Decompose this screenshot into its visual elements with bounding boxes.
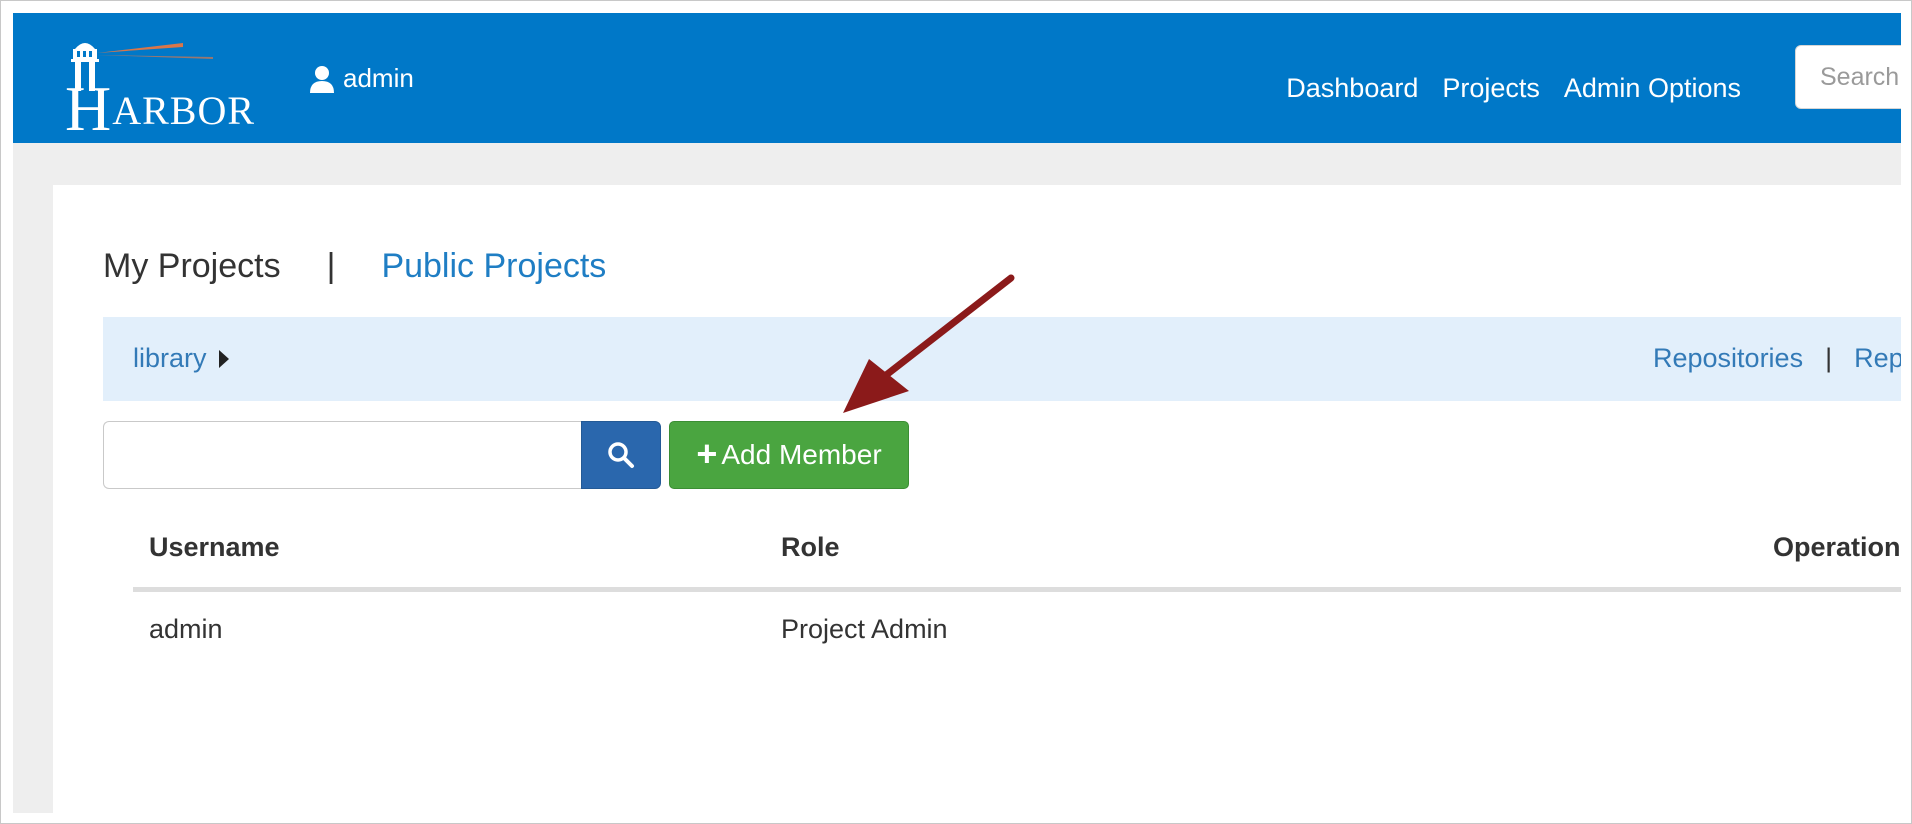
cell-role: Project Admin xyxy=(781,614,948,644)
project-tabs: My Projects | Public Projects xyxy=(103,247,606,286)
cell-operation xyxy=(1757,590,1901,668)
user-menu[interactable]: admin xyxy=(309,63,414,94)
browser-viewport: HARBOR admin Dashboard Projects Admin Op… xyxy=(13,13,1901,813)
members-table: Username Role Operation admin Project Ad… xyxy=(133,525,1901,667)
member-search-button[interactable] xyxy=(581,421,661,489)
tab-my-projects[interactable]: My Projects xyxy=(103,247,281,286)
tab-separator: | xyxy=(326,247,336,285)
subnav-links: Repositories | Replication xyxy=(1653,343,1901,374)
search-icon xyxy=(608,442,634,468)
table-header-row: Username Role Operation xyxy=(133,525,1901,592)
tab-public-projects[interactable]: Public Projects xyxy=(381,247,606,286)
logo-wordmark: HARBOR xyxy=(65,73,256,144)
breadcrumb-project: library xyxy=(133,343,207,373)
user-name: admin xyxy=(343,63,414,93)
user-icon xyxy=(310,65,334,93)
header-operation: Operation xyxy=(1757,525,1901,592)
screenshot-frame: HARBOR admin Dashboard Projects Admin Op… xyxy=(0,0,1912,824)
breadcrumb[interactable]: library xyxy=(133,343,229,374)
add-member-label: Add Member xyxy=(721,439,882,470)
member-search-input[interactable] xyxy=(103,421,581,489)
nav-dashboard[interactable]: Dashboard xyxy=(1286,73,1418,104)
table-row: admin Project Admin xyxy=(133,590,1901,668)
header-username: Username xyxy=(133,525,765,592)
cell-username: admin xyxy=(149,614,223,644)
subnav-repositories[interactable]: Repositories xyxy=(1653,343,1803,374)
subnav-replication[interactable]: Replication xyxy=(1854,343,1901,374)
caret-right-icon xyxy=(218,349,229,368)
nav-admin-options[interactable]: Admin Options xyxy=(1564,73,1741,104)
top-navbar: HARBOR admin Dashboard Projects Admin Op… xyxy=(13,13,1901,143)
harbor-logo[interactable]: HARBOR xyxy=(63,31,254,141)
nav-projects[interactable]: Projects xyxy=(1442,73,1540,104)
global-search-input[interactable] xyxy=(1795,45,1901,109)
add-member-button[interactable]: + Add Member xyxy=(669,421,909,489)
nav-links: Dashboard Projects Admin Options xyxy=(1286,73,1741,104)
subnav-separator: | xyxy=(1825,343,1833,373)
content-panel: My Projects | Public Projects library Re… xyxy=(53,185,1901,813)
project-subnav: library Repositories | Replication xyxy=(103,317,1901,401)
header-role: Role xyxy=(765,525,1757,592)
member-toolbar: + Add Member xyxy=(103,421,909,489)
plus-icon: + xyxy=(696,433,718,474)
